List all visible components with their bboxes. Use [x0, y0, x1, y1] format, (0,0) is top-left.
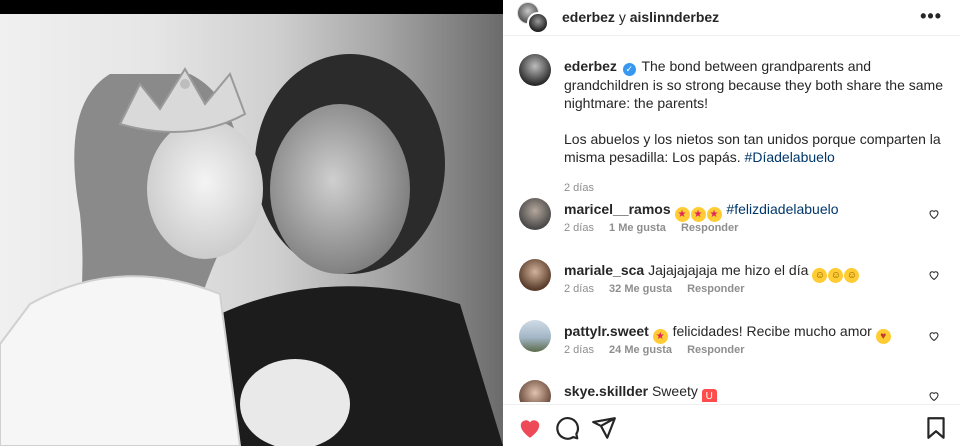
avatar[interactable]	[519, 198, 551, 230]
avatar[interactable]	[527, 12, 549, 34]
tongue-emoji-icon: U	[701, 389, 717, 402]
comment-username[interactable]: pattylr.sweet	[564, 323, 649, 339]
star-eyes-emoji-icon: ★	[674, 207, 690, 222]
avatar[interactable]	[519, 320, 551, 352]
star-eyes-emoji-icon: ★	[652, 329, 668, 344]
caption-timestamp[interactable]: 2 días	[564, 182, 594, 194]
heart-outline-icon[interactable]	[928, 390, 940, 402]
caption-hashtag[interactable]: #Díadelabuelo	[745, 149, 835, 165]
caption-text-en: The bond between grandparents and grandc…	[564, 58, 944, 111]
comment-body: maricel__ramos ★ ★ ★ #felizdiadelabuelo	[564, 200, 924, 222]
rofl-emoji-icon: ☺	[844, 268, 860, 283]
comment-username[interactable]: mariale_sca	[564, 262, 644, 278]
caption-text-block: ederbez ✓ The bond between grandparents …	[564, 57, 944, 166]
header-joiner: y	[618, 9, 626, 25]
comment-time[interactable]: 2 días	[564, 283, 594, 295]
comment-item: maricel__ramos ★ ★ ★ #felizdiadelabuelo 2 …	[519, 198, 944, 248]
comment-meta: 2 días 1 Me gusta Responder	[564, 222, 750, 234]
header-usernames: ederbez y aislinnderbez	[562, 9, 719, 25]
comment-body: pattylr.sweet ★ felicidades! Recibe much…	[564, 322, 924, 344]
heart-outline-icon[interactable]	[928, 330, 940, 342]
reply-button[interactable]: Responder	[687, 344, 744, 356]
smiling-hearts-emoji-icon: ♥	[875, 329, 891, 344]
comment-meta: 2 días 32 Me gusta Responder	[564, 283, 757, 295]
comment-likes[interactable]: 32 Me gusta	[609, 283, 672, 295]
reply-button[interactable]: Responder	[681, 222, 738, 234]
comment-text: Jajajajajaja me hizo el día	[648, 262, 809, 278]
post-photo[interactable]	[0, 14, 503, 446]
star-eyes-emoji-icon: ★	[690, 207, 706, 222]
caption-username[interactable]: ederbez	[564, 58, 617, 74]
bookmark-icon[interactable]	[923, 415, 949, 441]
post-action-bar	[503, 404, 960, 446]
heart-outline-icon[interactable]	[928, 269, 940, 281]
photo-illustration	[0, 54, 503, 446]
comment-username[interactable]: maricel__ramos	[564, 201, 671, 217]
comment-icon[interactable]	[554, 415, 580, 441]
reply-button[interactable]: Responder	[687, 283, 744, 295]
more-options-icon[interactable]: •••	[920, 6, 942, 27]
comment-text: felicidades! Recibe mucho amor	[672, 323, 872, 339]
top-black-bar	[0, 0, 503, 14]
verified-badge-icon: ✓	[622, 63, 636, 76]
comment-body: mariale_sca Jajajajajaja me hizo el día …	[564, 261, 924, 283]
comments-scroll-area[interactable]: ederbez ✓ The bond between grandparents …	[503, 36, 960, 402]
comment-username[interactable]: skye.skillder	[564, 383, 648, 399]
comment-time[interactable]: 2 días	[564, 344, 594, 356]
comment-time[interactable]: 2 días	[564, 222, 594, 234]
header-user-1[interactable]: ederbez	[562, 9, 615, 25]
share-icon[interactable]	[591, 415, 617, 441]
comment-hashtag[interactable]: #felizdiadelabuelo	[726, 201, 838, 217]
avatar[interactable]	[519, 380, 551, 402]
avatar[interactable]	[519, 54, 551, 86]
rofl-emoji-icon: ☺	[812, 268, 828, 283]
comment-item: mariale_sca Jajajajajaja me hizo el día …	[519, 259, 944, 309]
post-header: ederbez y aislinnderbez •••	[503, 0, 960, 36]
star-eyes-emoji-icon: ★	[706, 207, 722, 222]
rofl-emoji-icon: ☺	[828, 268, 844, 283]
comment-body: skye.skillder Sweety U	[564, 382, 924, 402]
avatar[interactable]	[519, 259, 551, 291]
comment-item: skye.skillder Sweety U	[519, 380, 944, 402]
comment-likes[interactable]: 24 Me gusta	[609, 344, 672, 356]
comment-meta: 2 días 24 Me gusta Responder	[564, 344, 757, 356]
header-user-2[interactable]: aislinnderbez	[630, 9, 719, 25]
post-side-panel: ederbez y aislinnderbez ••• ederbez ✓ Th…	[503, 0, 960, 446]
comment-text: Sweety	[651, 383, 698, 399]
heart-icon[interactable]	[517, 415, 543, 441]
heart-outline-icon[interactable]	[928, 208, 940, 220]
comment-item: pattylr.sweet ★ felicidades! Recibe much…	[519, 320, 944, 370]
comment-likes[interactable]: 1 Me gusta	[609, 222, 666, 234]
